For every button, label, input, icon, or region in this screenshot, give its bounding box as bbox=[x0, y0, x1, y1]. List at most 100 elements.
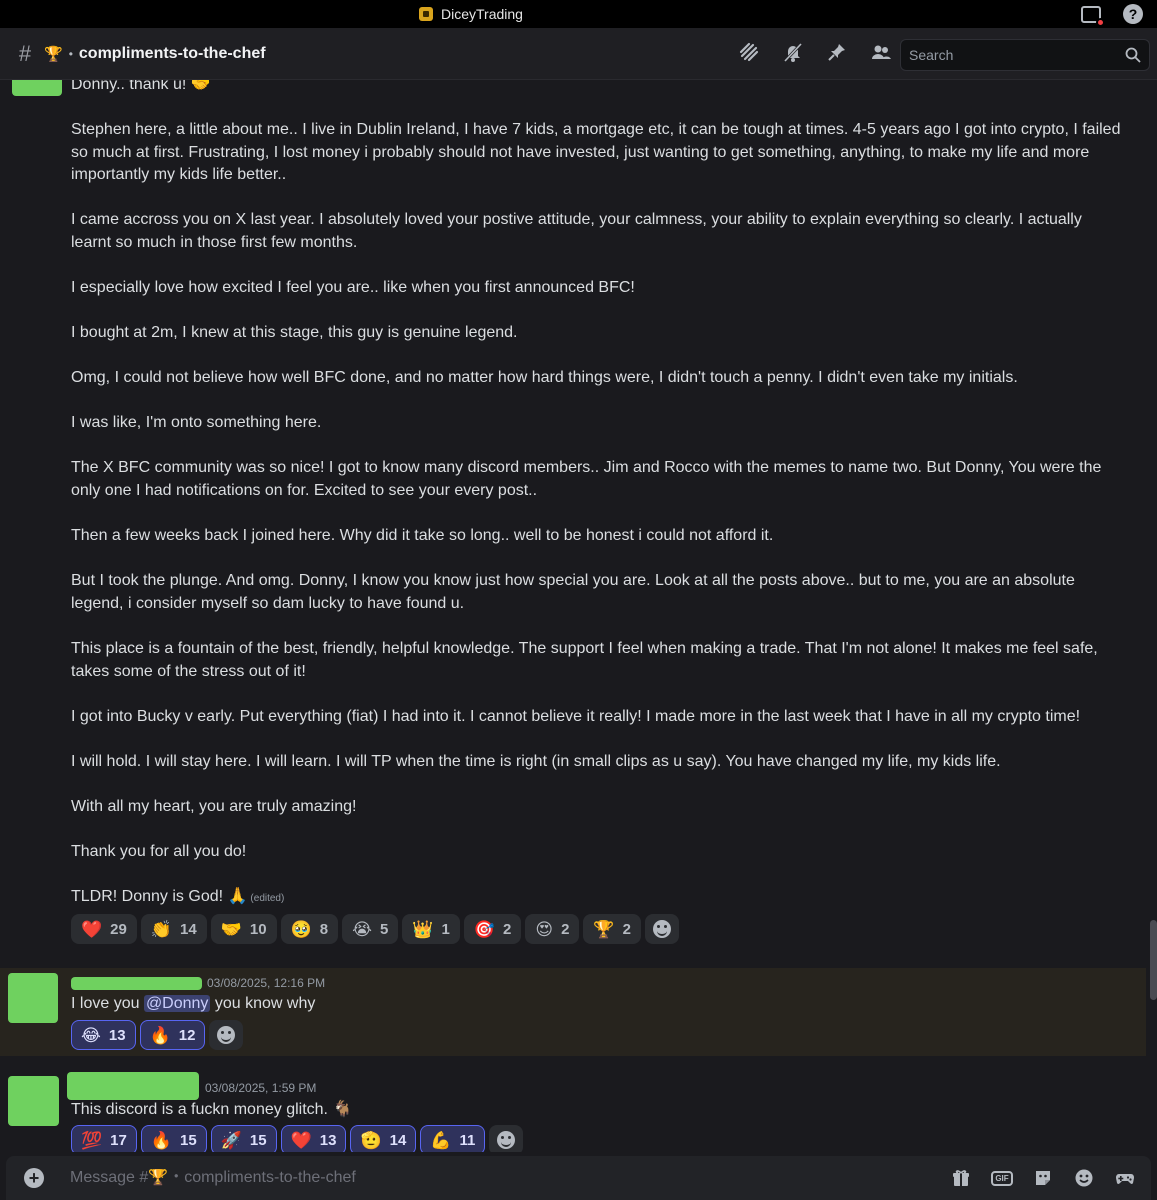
reaction-count: 10 bbox=[249, 920, 267, 938]
message-timestamp: 03/08/2025, 12:16 PM bbox=[207, 976, 326, 990]
reaction-count: 14 bbox=[180, 920, 197, 938]
reaction-muscle[interactable]: 💪 11 bbox=[420, 1125, 486, 1152]
add-reaction-button[interactable] bbox=[489, 1125, 524, 1152]
server-logo-icon bbox=[419, 7, 434, 21]
reaction-bar: 💯 17 🔥 15 🚀 15 ❤️ 13 🫡 14 💪 11 bbox=[71, 1125, 524, 1152]
message-paragraph: I especially love how excited I feel you… bbox=[71, 279, 635, 296]
reaction-crown[interactable]: 👑 1 bbox=[402, 914, 460, 944]
channel-separator: • bbox=[68, 46, 73, 61]
app-title-text: DiceyTrading bbox=[441, 6, 523, 22]
reaction-clap[interactable]: 👏 14 bbox=[140, 914, 207, 944]
reaction-count: 12 bbox=[178, 1026, 196, 1044]
search-bar[interactable] bbox=[900, 39, 1150, 71]
add-reaction-icon bbox=[497, 1131, 516, 1149]
gif-icon[interactable]: GIF bbox=[991, 1168, 1013, 1188]
message-content: I love you @Donny you know why bbox=[71, 995, 316, 1012]
search-icon bbox=[1125, 47, 1141, 63]
help-icon[interactable]: ? bbox=[1123, 4, 1143, 24]
search-input[interactable] bbox=[909, 47, 1125, 63]
reaction-holding-tears[interactable]: 🥹 8 bbox=[280, 914, 339, 944]
add-reaction-icon bbox=[652, 920, 671, 938]
reaction-joy[interactable]: 😂 13 bbox=[71, 1020, 136, 1050]
message-composer: + GIF bbox=[6, 1156, 1151, 1200]
reaction-count: 15 bbox=[180, 1131, 197, 1149]
reaction-count: 13 bbox=[319, 1131, 337, 1149]
redacted-avatar bbox=[8, 1076, 59, 1126]
user-mention[interactable]: @Donny bbox=[143, 995, 211, 1012]
mute-bell-icon[interactable] bbox=[782, 41, 804, 63]
reaction-sob[interactable]: 😭 5 bbox=[342, 914, 399, 944]
redacted-avatar bbox=[12, 80, 62, 96]
sticker-icon[interactable] bbox=[1033, 1168, 1053, 1188]
reaction-fire[interactable]: 🔥 15 bbox=[140, 1125, 207, 1152]
reaction-count: 2 bbox=[622, 920, 631, 938]
reaction-count: 2 bbox=[561, 920, 570, 938]
reaction-count: 8 bbox=[319, 920, 329, 938]
reaction-fire[interactable]: 🔥 12 bbox=[139, 1020, 206, 1050]
redacted-username bbox=[71, 977, 202, 990]
reaction-count: 29 bbox=[110, 920, 127, 938]
pin-icon[interactable] bbox=[826, 41, 848, 63]
message-paragraph: I was like, I'm onto something here. bbox=[71, 414, 322, 431]
reaction-count: 1 bbox=[441, 920, 450, 938]
reaction-target[interactable]: 🎯 2 bbox=[463, 914, 522, 944]
message-paragraph: With all my heart, you are truly amazing… bbox=[71, 798, 357, 815]
channel-emoji: 🏆 bbox=[44, 45, 63, 63]
scrollbar-thumb[interactable] bbox=[1150, 920, 1157, 1000]
reaction-hundred[interactable]: 💯 17 bbox=[71, 1125, 137, 1152]
app-title: DiceyTrading bbox=[419, 6, 523, 22]
message-last-line: TLDR! Donny is God! 🙏 (edited) bbox=[71, 886, 1121, 911]
message-paragraph: I will hold. I will stay here. I will le… bbox=[71, 753, 1001, 770]
threads-icon[interactable] bbox=[738, 41, 760, 63]
reaction-bar: 😂 13 🔥 12 bbox=[71, 1020, 244, 1050]
reaction-heart[interactable]: ❤️ 29 bbox=[71, 914, 137, 944]
message-paragraph: I bought at 2m, I knew at this stage, th… bbox=[71, 324, 518, 341]
reaction-count: 15 bbox=[249, 1131, 267, 1149]
message-content: This discord is a fuckn money glitch. 🐐 bbox=[71, 1101, 353, 1118]
reaction-heart[interactable]: ❤️ 13 bbox=[280, 1125, 347, 1152]
reaction-handshake[interactable]: 🤝 10 bbox=[210, 914, 277, 944]
message-paragraph: The X BFC community was so nice! I got t… bbox=[71, 459, 1102, 499]
reaction-heart-eyes[interactable]: 😍 2 bbox=[525, 914, 580, 944]
message-list[interactable]: Donny.. thank u! 🤝 Stephen here, a littl… bbox=[0, 80, 1157, 1152]
text-channel-hash-icon: # bbox=[18, 40, 32, 66]
message-paragraph: I got into Bucky v early. Put everything… bbox=[71, 708, 1081, 725]
emoji-icon[interactable] bbox=[1074, 1168, 1094, 1188]
reaction-count: 14 bbox=[389, 1131, 407, 1149]
message-paragraph: Omg, I could not believe how well BFC do… bbox=[71, 369, 1018, 386]
window-titlebar: DiceyTrading ? bbox=[0, 0, 1157, 28]
members-icon[interactable] bbox=[870, 41, 892, 63]
reaction-bar: ❤️ 29 👏 14 🤝 10 🥹 8 😭 5 👑 1 🎯 2 😍 2 🏆 2 bbox=[71, 914, 679, 944]
channel-header: # 🏆 • compliments-to-the-chef bbox=[0, 28, 1157, 80]
reaction-count: 11 bbox=[459, 1131, 476, 1149]
message-input[interactable] bbox=[70, 1169, 890, 1187]
attach-plus-icon[interactable]: + bbox=[24, 1168, 44, 1188]
channel-name[interactable]: compliments-to-the-chef bbox=[79, 45, 266, 63]
reaction-count: 13 bbox=[108, 1026, 126, 1044]
reaction-rocket[interactable]: 🚀 15 bbox=[210, 1125, 277, 1152]
apps-gamepad-icon[interactable] bbox=[1115, 1168, 1135, 1188]
redacted-username bbox=[67, 1072, 199, 1100]
notification-dot bbox=[1096, 17, 1105, 27]
reaction-salute[interactable]: 🫡 14 bbox=[350, 1125, 417, 1152]
message-timestamp: 03/08/2025, 1:59 PM bbox=[205, 1081, 317, 1095]
message-item: 03/08/2025, 12:16 PM I love you @Donny y… bbox=[0, 968, 1146, 1056]
message-paragraph: I came accross you on X last year. I abs… bbox=[71, 211, 1082, 251]
message-paragraph: This place is a fountain of the best, fr… bbox=[71, 640, 1098, 680]
message-paragraph: But I took the plunge. And omg. Donny, I… bbox=[71, 572, 1075, 612]
edited-label: (edited) bbox=[250, 893, 285, 904]
reaction-trophy[interactable]: 🏆 2 bbox=[583, 914, 641, 944]
add-reaction-button[interactable] bbox=[644, 914, 679, 944]
redacted-avatar bbox=[8, 973, 58, 1023]
inbox-icon[interactable] bbox=[1081, 5, 1105, 27]
message-paragraph: Thank you for all you do! bbox=[71, 843, 247, 860]
reaction-count: 5 bbox=[379, 920, 389, 938]
add-reaction-icon bbox=[217, 1026, 236, 1044]
reaction-count: 2 bbox=[503, 920, 512, 938]
gift-icon[interactable] bbox=[951, 1168, 971, 1188]
add-reaction-button[interactable] bbox=[209, 1020, 244, 1050]
message-paragraph: Donny.. thank u! 🤝 bbox=[71, 80, 211, 93]
reaction-count: 17 bbox=[110, 1131, 127, 1149]
message-paragraph: Stephen here, a little about me.. I live… bbox=[71, 121, 1121, 183]
message-paragraph: Then a few weeks back I joined here. Why… bbox=[71, 527, 774, 544]
